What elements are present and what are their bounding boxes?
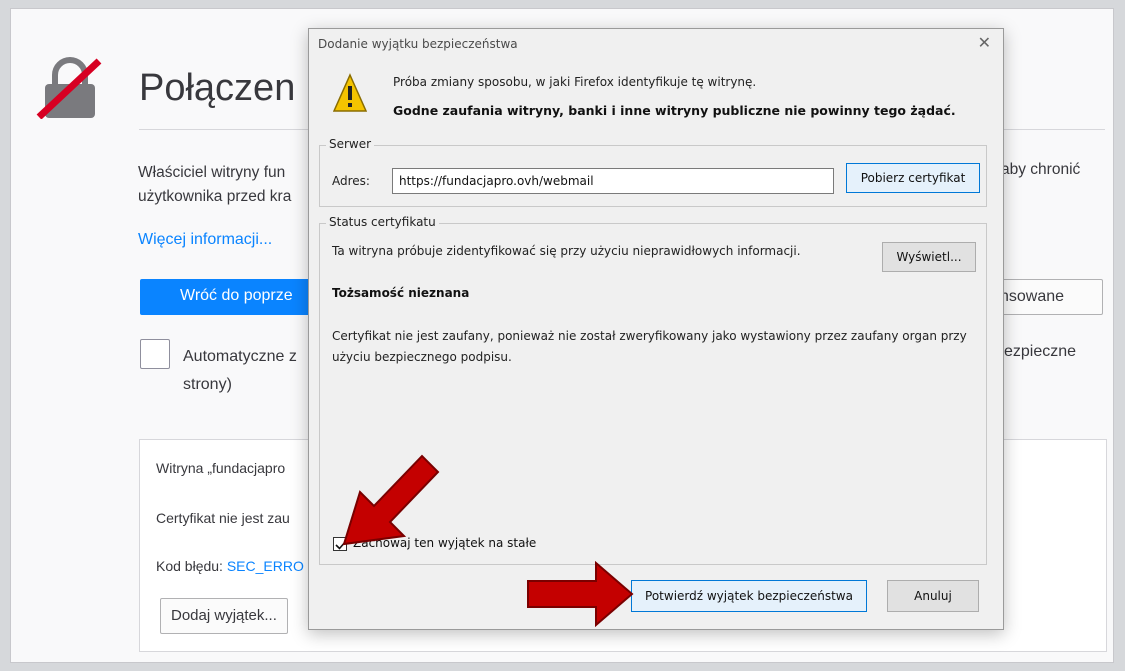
server-group-label: Serwer bbox=[326, 137, 375, 151]
warning-triangle-icon bbox=[333, 73, 367, 112]
red-arrow-icon bbox=[342, 454, 440, 546]
auto-report-checkbox[interactable] bbox=[140, 339, 170, 369]
description-line-1: Właściciel witryny fun bbox=[138, 164, 286, 181]
description-right: aby chronić bbox=[1001, 161, 1081, 178]
status-line: Ta witryna próbuje zidentyfikować się pr… bbox=[332, 244, 801, 258]
identity-heading: Tożsamość nieznana bbox=[332, 286, 470, 300]
confirm-exception-button[interactable]: Potwierdź wyjątek bezpieczeństwa bbox=[631, 580, 867, 612]
add-exception-button[interactable]: Dodaj wyjątek... bbox=[160, 598, 288, 634]
broken-lock-icon bbox=[36, 57, 102, 119]
error-code-link[interactable]: SEC_ERRO bbox=[227, 558, 304, 574]
red-arrow-icon bbox=[527, 561, 634, 627]
warning-line-1: Próba zmiany sposobu, w jaki Firefox ide… bbox=[393, 75, 757, 89]
cancel-button[interactable]: Anuluj bbox=[887, 580, 979, 612]
page-title: Połączen bbox=[139, 67, 296, 109]
address-input[interactable]: https://fundacjapro.ovh/webmail bbox=[392, 168, 834, 194]
auto-report-label: Automatyczne z strony) bbox=[183, 343, 297, 399]
advanced-cert-line: Certyfikat nie jest zau bbox=[156, 510, 290, 526]
status-group-label: Status certyfikatu bbox=[326, 215, 439, 229]
error-code-label: Kod błędu: bbox=[156, 558, 227, 574]
server-group: Serwer Adres: https://fundacjapro.ovh/we… bbox=[319, 137, 987, 207]
auto-report-label-line-2: strony) bbox=[183, 376, 232, 393]
advanced-site-line: Witryna „fundacjapro bbox=[156, 460, 286, 476]
address-label: Adres: bbox=[332, 174, 370, 188]
error-code-line: Kod błędu: SEC_ERRO bbox=[156, 558, 304, 574]
certificate-message: Certyfikat nie jest zaufany, ponieważ ni… bbox=[332, 329, 967, 364]
get-certificate-button[interactable]: Pobierz certyfikat bbox=[846, 163, 980, 193]
warning-line-2: Godne zaufania witryny, banki i inne wit… bbox=[393, 103, 956, 118]
dialog-title: Dodanie wyjątku bezpieczeństwa bbox=[318, 37, 518, 51]
description: Właściciel witryny fun użytkownika przed… bbox=[138, 161, 291, 209]
close-icon[interactable]: ✕ bbox=[978, 33, 991, 52]
view-button[interactable]: Wyświetl... bbox=[882, 242, 976, 272]
more-info-link[interactable]: Więcej informacji... bbox=[138, 231, 272, 249]
auto-report-label-right: ezpieczne bbox=[1004, 343, 1077, 360]
description-line-2: użytkownika przed kra bbox=[138, 188, 292, 205]
auto-report-label-line-1: Automatyczne z bbox=[183, 348, 297, 365]
